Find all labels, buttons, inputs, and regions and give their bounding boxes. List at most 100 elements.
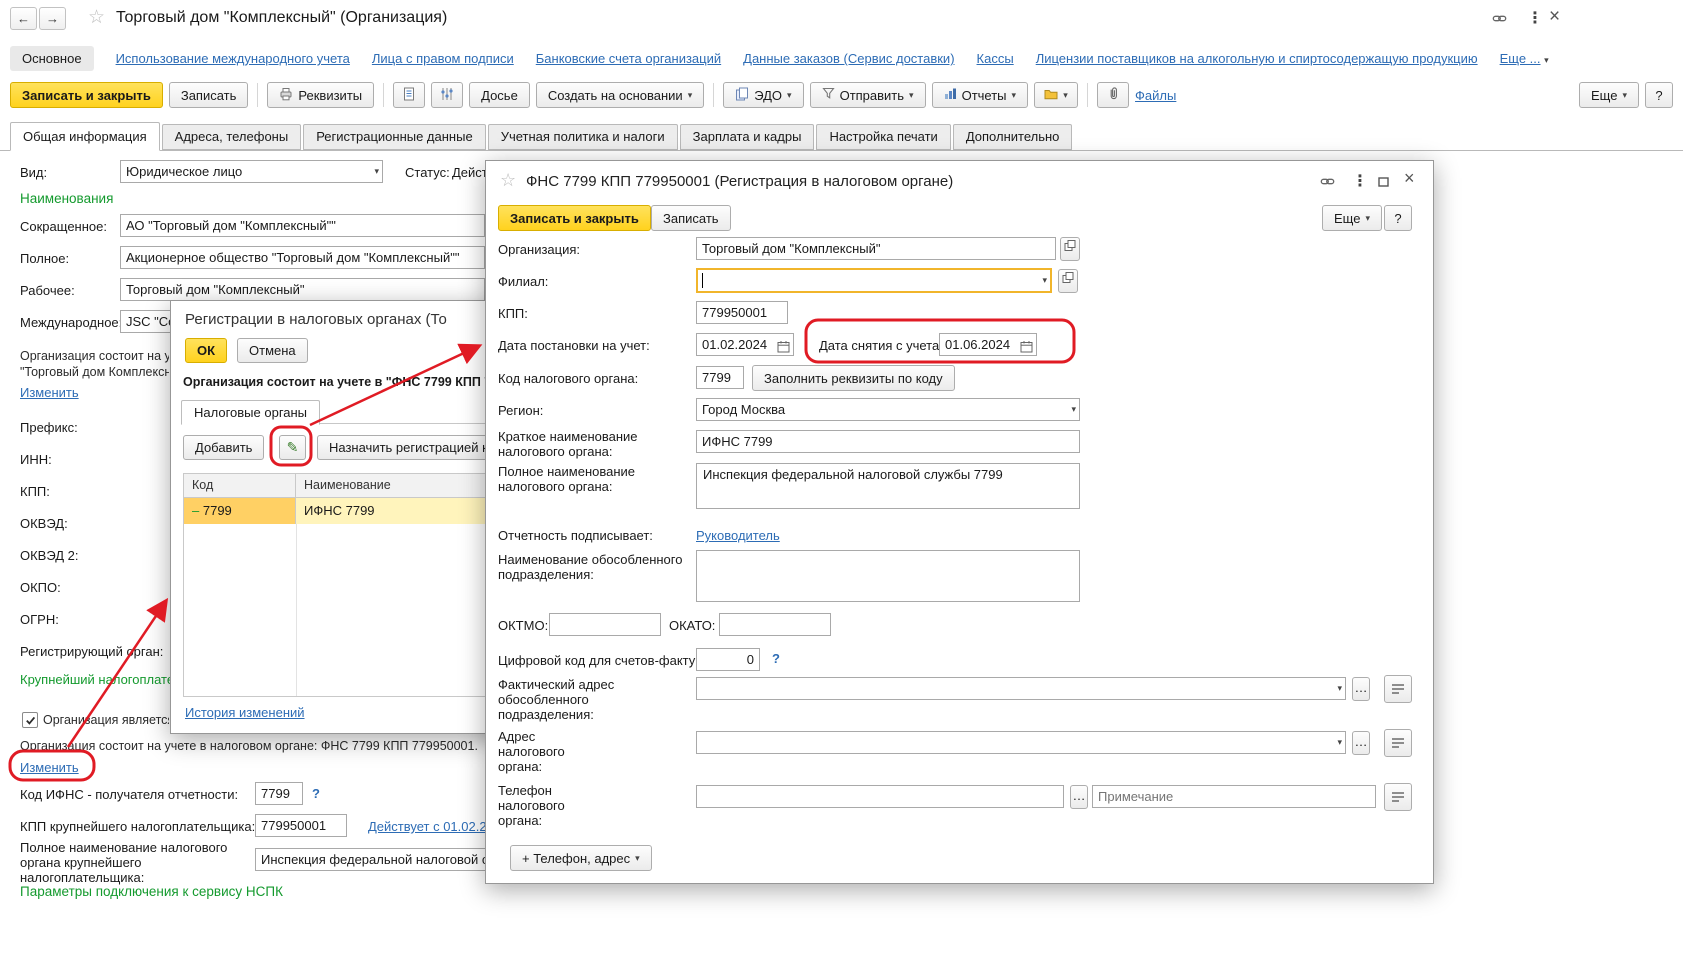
working-name-input[interactable]: Торговый дом "Комплексный" bbox=[120, 278, 485, 301]
copy-link-icon[interactable] bbox=[1492, 12, 1507, 28]
reports-button[interactable]: Отчеты ▾ bbox=[931, 82, 1029, 108]
region-select[interactable]: Город Москва ▾ bbox=[696, 398, 1080, 421]
save-and-close-button[interactable]: Записать и закрыть bbox=[498, 205, 651, 231]
oktmo-input[interactable] bbox=[549, 613, 661, 636]
phone-note-input[interactable] bbox=[1092, 785, 1376, 808]
attach-file-button[interactable] bbox=[1097, 82, 1130, 108]
invoice-code-input[interactable]: 0 bbox=[696, 648, 760, 671]
calendar-icon[interactable] bbox=[1020, 338, 1033, 355]
largest-taxpayer-link[interactable]: Крупнейший налогоплател bbox=[20, 672, 170, 687]
column-header-code[interactable]: Код bbox=[184, 474, 296, 497]
organization-input[interactable]: Торговый дом "Комплексный" bbox=[696, 237, 1056, 260]
nav-link-alcohol-licenses[interactable]: Лицензии поставщиков на алкогольную и сп… bbox=[1036, 51, 1478, 66]
tab-registration-data[interactable]: Регистрационные данные bbox=[303, 124, 486, 150]
full-name-input[interactable]: Акционерное общество "Торговый дом "Комп… bbox=[120, 246, 485, 269]
save-button[interactable]: Записать bbox=[651, 205, 731, 231]
abacus-icon-button[interactable] bbox=[431, 82, 464, 108]
tax-registration-note: Организация состоит на учете в налоговом… bbox=[20, 739, 478, 753]
change-tax-registration-link[interactable]: Изменить bbox=[20, 760, 79, 775]
nav-item-main[interactable]: Основное bbox=[10, 46, 94, 71]
nav-link-cash-desks[interactable]: Кассы bbox=[977, 51, 1014, 66]
nav-link-bank-accounts[interactable]: Банковские счета организаций bbox=[536, 51, 721, 66]
catalog-icon-button[interactable]: ▾ bbox=[1034, 82, 1079, 108]
ifns-help-icon[interactable]: ? bbox=[312, 786, 320, 801]
kind-select[interactable]: Юридическое лицо ▾ bbox=[120, 160, 383, 183]
calendar-icon[interactable] bbox=[777, 338, 790, 355]
signer-link[interactable]: Руководитель bbox=[696, 528, 780, 543]
actual-address-input[interactable]: ▾ bbox=[696, 677, 1346, 700]
tab-accounting-policy[interactable]: Учетная политика и налоги bbox=[487, 124, 678, 150]
close-icon[interactable]: × bbox=[1404, 168, 1415, 189]
dereg-date-input[interactable]: 01.06.2024 bbox=[939, 333, 1037, 356]
more-button[interactable]: Еще ▾ bbox=[1579, 82, 1639, 108]
close-icon[interactable]: × bbox=[1549, 6, 1560, 28]
favorite-star-icon[interactable]: ☆ bbox=[500, 170, 516, 191]
okato-input[interactable] bbox=[719, 613, 831, 636]
tax-phone-comment-button[interactable] bbox=[1384, 783, 1412, 811]
edo-button[interactable]: ЭДО ▾ bbox=[723, 82, 804, 108]
save-button[interactable]: Записать bbox=[168, 82, 249, 108]
cell-code[interactable]: – 7799 bbox=[184, 498, 296, 524]
branch-input[interactable]: ▾ bbox=[696, 268, 1052, 293]
funnel-icon bbox=[821, 87, 835, 103]
actual-address-comment-button[interactable] bbox=[1384, 675, 1412, 703]
dossier-button[interactable]: Досье bbox=[469, 82, 530, 108]
tax-code-input[interactable]: 7799 bbox=[696, 366, 744, 389]
tax-address-comment-button[interactable] bbox=[1384, 729, 1412, 757]
maximize-icon[interactable] bbox=[1378, 175, 1389, 190]
ok-button[interactable]: ОК bbox=[185, 338, 228, 363]
open-branch-button[interactable] bbox=[1058, 269, 1078, 293]
history-link[interactable]: История изменений bbox=[185, 705, 305, 720]
add-phone-address-button[interactable]: + Телефон, адрес ▾ bbox=[510, 845, 652, 871]
tab-print-settings[interactable]: Настройка печати bbox=[816, 124, 951, 150]
tab-general-info[interactable]: Общая информация bbox=[10, 122, 160, 151]
copy-link-icon[interactable] bbox=[1320, 175, 1335, 191]
send-button[interactable]: Отправить ▾ bbox=[809, 82, 926, 108]
org-is-checkbox[interactable] bbox=[22, 712, 38, 728]
requisites-button[interactable]: Реквизиты bbox=[267, 82, 375, 108]
tab-payroll-hr[interactable]: Зарплата и кадры bbox=[679, 124, 815, 150]
tab-tax-authorities[interactable]: Налоговые органы bbox=[181, 400, 321, 425]
save-and-close-button[interactable]: Записать и закрыть bbox=[10, 82, 163, 108]
fill-by-code-button[interactable]: Заполнить реквизиты по коду bbox=[752, 365, 955, 391]
tab-additional[interactable]: Дополнительно bbox=[952, 124, 1073, 150]
more-menu-icon[interactable]: ⋮ bbox=[1352, 171, 1369, 191]
help-button[interactable]: ? bbox=[1384, 205, 1412, 231]
tax-phone-more-button[interactable]: … bbox=[1070, 785, 1088, 809]
edo-icon bbox=[735, 87, 749, 104]
nav-link-international-accounting[interactable]: Использование международного учета bbox=[116, 51, 350, 66]
change-registration-link[interactable]: Изменить bbox=[20, 385, 79, 400]
tax-address-input[interactable]: ▾ bbox=[696, 731, 1346, 754]
valid-from-link[interactable]: Действует с 01.02.202 bbox=[368, 819, 501, 834]
actual-address-more-button[interactable]: … bbox=[1352, 677, 1370, 701]
more-menu-icon[interactable]: ⋮ bbox=[1527, 8, 1544, 28]
help-button[interactable]: ? bbox=[1645, 82, 1673, 108]
tax-phone-input[interactable] bbox=[696, 785, 1064, 808]
create-based-on-button[interactable]: Создать на основании ▾ bbox=[535, 82, 705, 108]
ifns-code-input[interactable]: 7799 bbox=[255, 782, 303, 805]
back-button[interactable]: ← bbox=[10, 7, 37, 30]
separate-division-textarea[interactable] bbox=[696, 550, 1080, 602]
kpp-largest-input[interactable]: 779950001 bbox=[255, 814, 347, 837]
tab-addresses-phones[interactable]: Адреса, телефоны bbox=[161, 124, 302, 150]
add-button[interactable]: Добавить bbox=[183, 435, 265, 460]
favorite-star-icon[interactable]: ☆ bbox=[88, 6, 105, 29]
short-tax-name-input[interactable]: ИФНС 7799 bbox=[696, 430, 1080, 453]
forward-button[interactable]: → bbox=[39, 7, 66, 30]
more-button[interactable]: Еще ▾ bbox=[1322, 205, 1382, 231]
files-link[interactable]: Файлы bbox=[1135, 88, 1176, 103]
tax-address-more-button[interactable]: … bbox=[1352, 731, 1370, 755]
cancel-button[interactable]: Отмена bbox=[237, 338, 308, 363]
nav-link-order-data[interactable]: Данные заказов (Сервис доставки) bbox=[743, 51, 954, 66]
open-organization-button[interactable] bbox=[1060, 237, 1080, 261]
full-tax-name-textarea[interactable]: Инспекция федеральной налоговой службы 7… bbox=[696, 463, 1080, 509]
invoice-code-help-icon[interactable]: ? bbox=[772, 651, 780, 666]
reg-date-input[interactable]: 01.02.2024 bbox=[696, 333, 794, 356]
assign-registration-button[interactable]: Назначить регистрацией кру bbox=[317, 435, 514, 460]
short-name-input[interactable]: АО "Торговый дом "Комплексный"" bbox=[120, 214, 485, 237]
document-icon-button[interactable] bbox=[393, 82, 426, 108]
kpp-input[interactable]: 779950001 bbox=[696, 301, 788, 324]
edit-pencil-button[interactable]: ✎ bbox=[279, 435, 306, 460]
nav-link-signing-persons[interactable]: Лица с правом подписи bbox=[372, 51, 514, 66]
nav-more[interactable]: Еще ... ▾ bbox=[1500, 51, 1549, 66]
